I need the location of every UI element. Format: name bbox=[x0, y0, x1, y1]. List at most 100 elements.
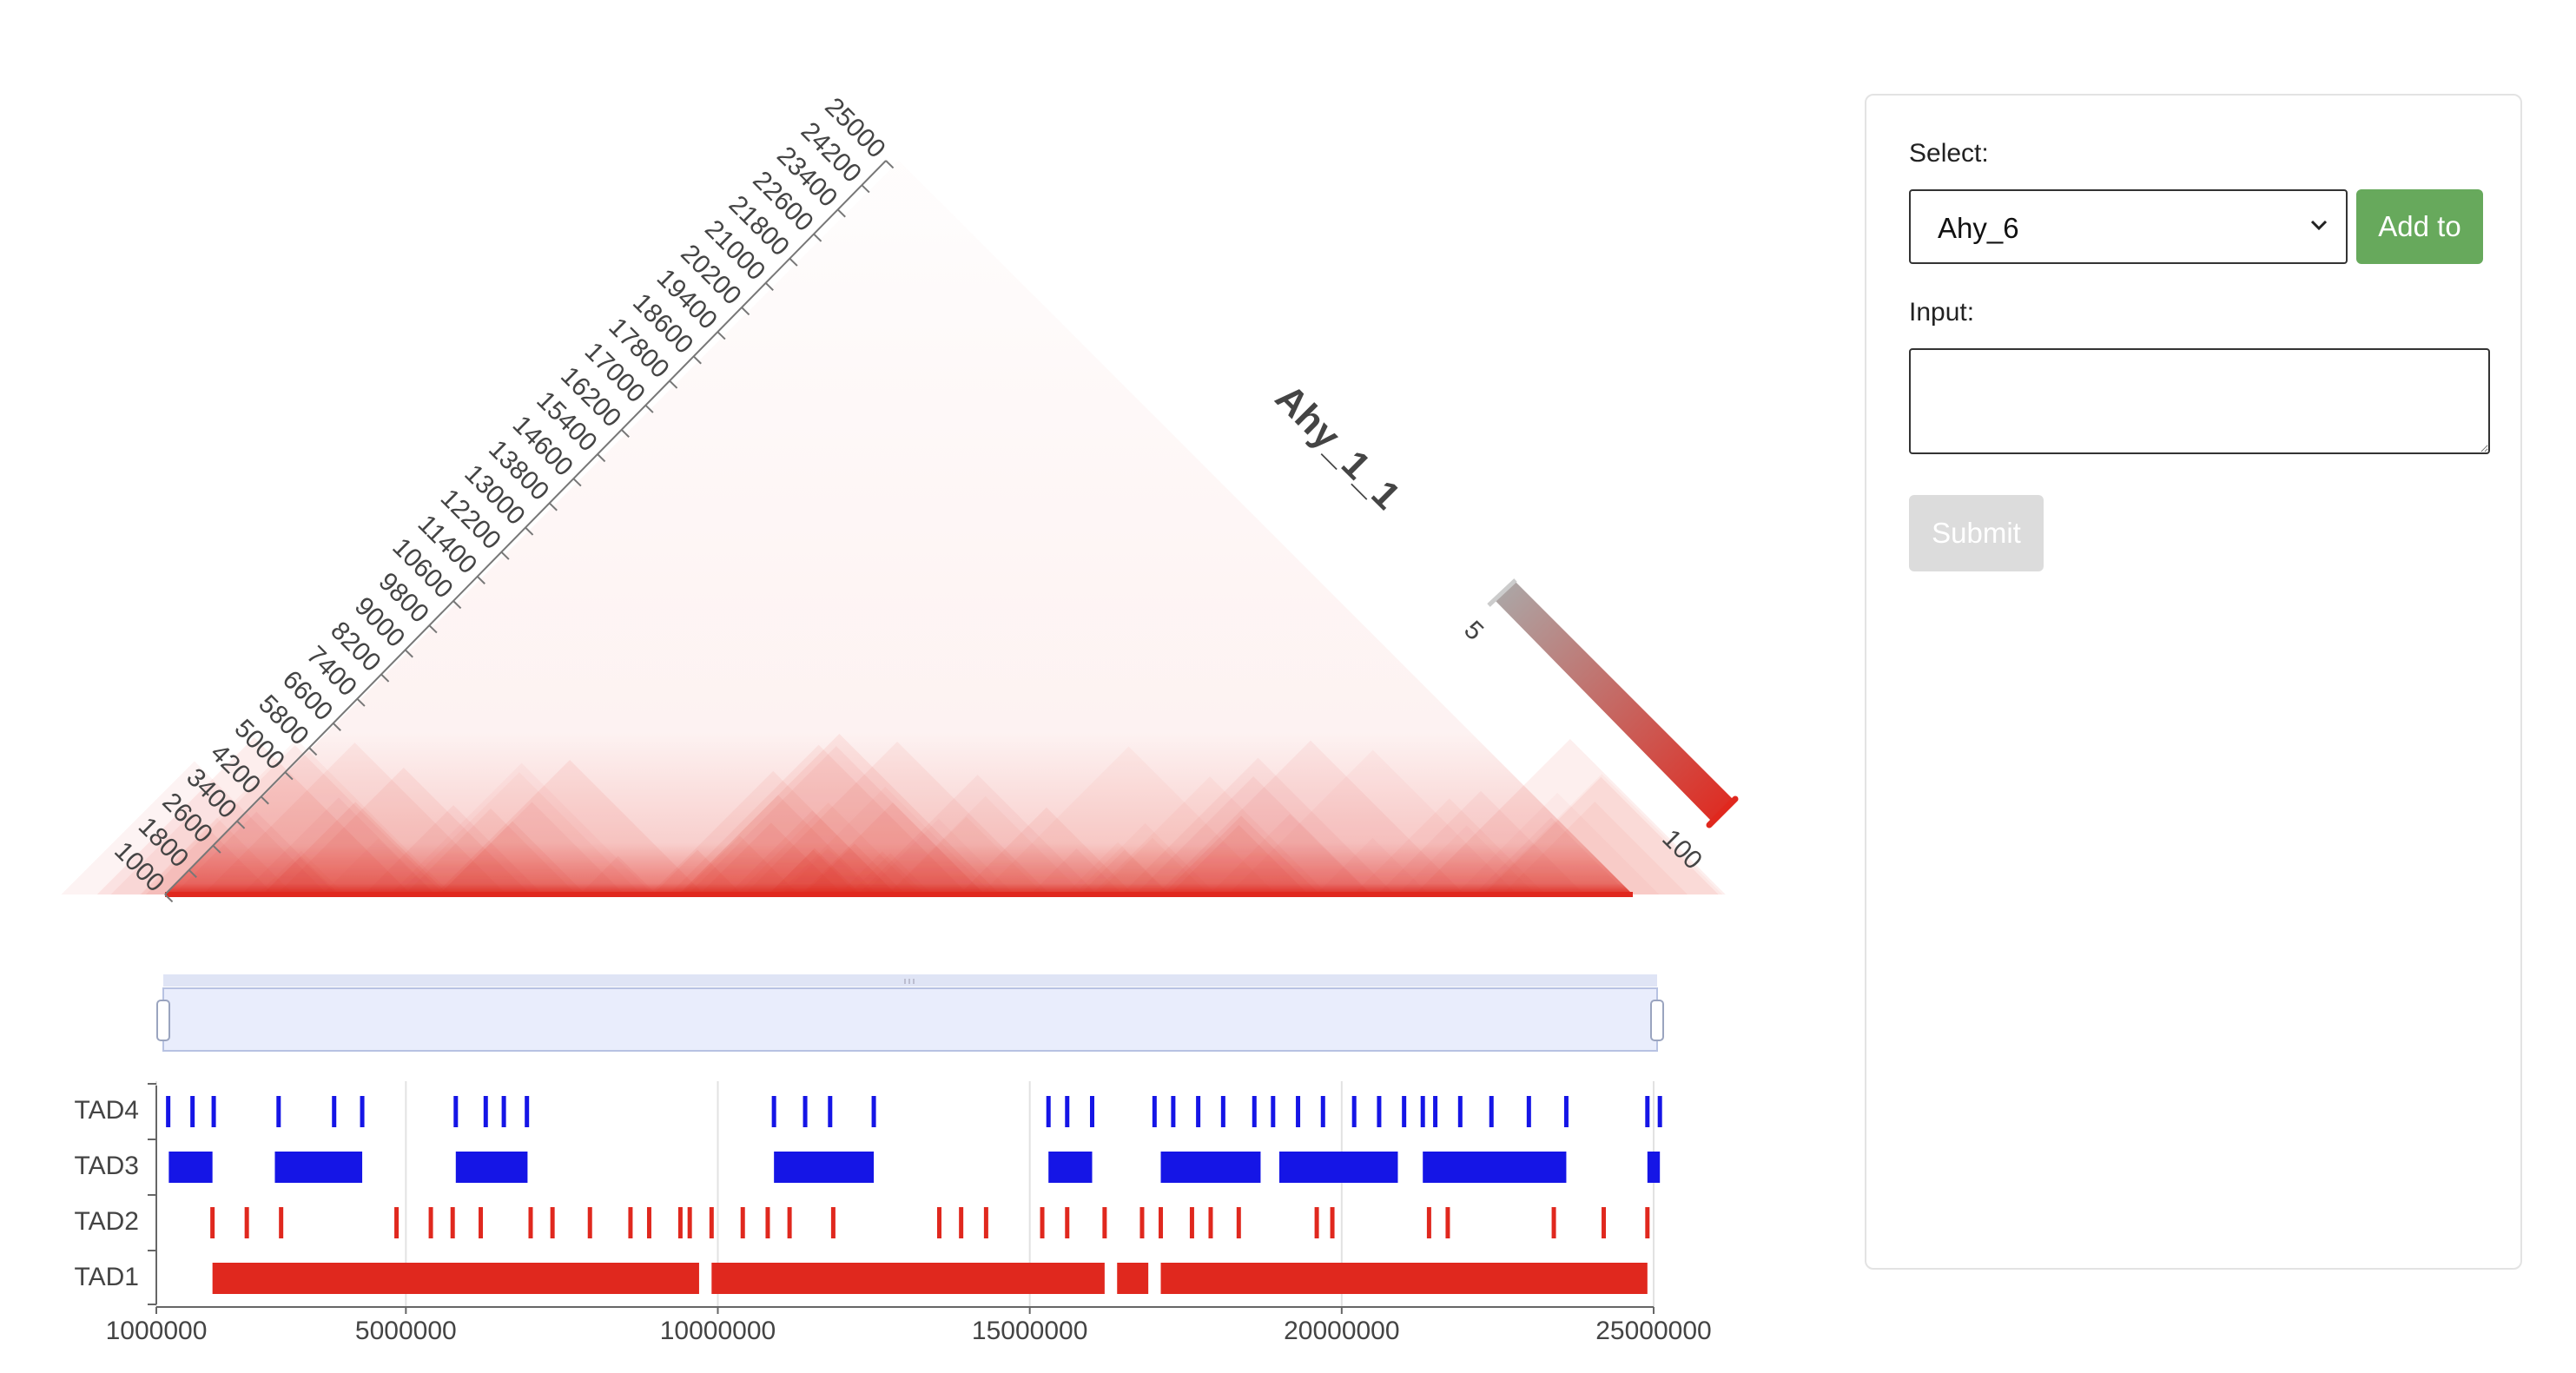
tad-boundary-mark bbox=[1602, 1207, 1607, 1238]
color-legend-min-label: 5 bbox=[1458, 616, 1489, 646]
tad-boundary-mark bbox=[1445, 1207, 1450, 1238]
tad-boundary-mark bbox=[1420, 1096, 1425, 1127]
track-x-tick-label: 5000000 bbox=[355, 1317, 457, 1345]
tad-boundary-mark bbox=[1271, 1096, 1276, 1127]
tad-boundary-mark bbox=[1090, 1096, 1094, 1127]
tad-boundary-mark bbox=[166, 1096, 171, 1127]
tad-boundary-mark bbox=[360, 1096, 365, 1127]
tad-domain-segment bbox=[212, 1263, 699, 1294]
tad-boundary-mark bbox=[1208, 1207, 1213, 1238]
zoom-slider-left-handle[interactable] bbox=[156, 1000, 170, 1041]
tad-boundary-mark bbox=[1314, 1207, 1319, 1238]
tad-boundary-mark bbox=[1551, 1207, 1556, 1238]
tad-boundary-mark bbox=[771, 1096, 776, 1127]
tad-domain-segment bbox=[1160, 1152, 1261, 1183]
tad-boundary-mark bbox=[483, 1096, 488, 1127]
add-to-button[interactable]: Add to bbox=[2356, 189, 2483, 264]
tad-boundary-mark bbox=[1330, 1207, 1335, 1238]
tad-boundary-mark bbox=[1220, 1096, 1225, 1127]
tad-boundary-mark bbox=[1159, 1207, 1164, 1238]
tad-boundary-mark bbox=[190, 1096, 195, 1127]
tad-boundary-mark bbox=[687, 1207, 692, 1238]
tad-boundary-mark bbox=[525, 1096, 530, 1127]
tad-boundary-mark bbox=[1526, 1096, 1531, 1127]
track-x-tick-label: 20000000 bbox=[1284, 1317, 1399, 1345]
tad-domain-segment bbox=[711, 1263, 1105, 1294]
tad-boundary-mark bbox=[1139, 1207, 1145, 1238]
select-label: Select: bbox=[1909, 139, 1989, 168]
input-field[interactable] bbox=[1909, 348, 2490, 454]
tad-boundary-mark bbox=[1236, 1207, 1241, 1238]
zoom-slider-right-handle[interactable] bbox=[1650, 1000, 1664, 1041]
tad-boundary-mark bbox=[1040, 1207, 1045, 1238]
tad-boundary-mark bbox=[1426, 1207, 1431, 1238]
tad-boundary-mark bbox=[765, 1207, 770, 1238]
hic-chart: 1000180026003400420050005800660074008200… bbox=[61, 92, 1739, 1345]
zoom-slider[interactable] bbox=[156, 974, 1664, 1052]
tad-boundary-mark bbox=[587, 1207, 592, 1238]
tad-boundary-mark bbox=[1657, 1096, 1662, 1127]
tad-boundary-mark bbox=[1433, 1096, 1438, 1127]
tad-boundary-mark bbox=[332, 1096, 337, 1127]
tad-boundary-mark bbox=[1252, 1096, 1257, 1127]
tad-boundary-mark bbox=[803, 1096, 808, 1127]
diagonal-axis-tick bbox=[885, 160, 895, 169]
tad-boundary-mark bbox=[450, 1207, 455, 1238]
tad-boundary-mark bbox=[1065, 1207, 1070, 1238]
track-x-tick-label: 25000000 bbox=[1595, 1317, 1711, 1345]
tad-boundary-mark bbox=[1189, 1207, 1194, 1238]
diagonal-axis-tick bbox=[741, 307, 750, 316]
track-x-tick-label: 15000000 bbox=[972, 1317, 1087, 1345]
diagonal-axis-tick bbox=[836, 208, 846, 218]
tad-boundary-mark bbox=[830, 1207, 836, 1238]
chromosome-select[interactable]: Ahy_6 bbox=[1909, 189, 2348, 264]
tad-boundary-mark bbox=[740, 1207, 745, 1238]
tad-domain-segment bbox=[455, 1152, 528, 1183]
tad-boundary-mark bbox=[211, 1096, 216, 1127]
tad-boundary-mark bbox=[1402, 1096, 1407, 1127]
diagonal-axis-tick bbox=[764, 282, 774, 291]
control-panel: Select: Ahy_6 Add to Input: Submit bbox=[1865, 94, 2522, 1270]
tad-boundary-mark bbox=[244, 1207, 249, 1238]
tad-boundary-mark bbox=[828, 1096, 833, 1127]
tad-boundary-mark bbox=[871, 1096, 876, 1127]
tad-boundary-mark bbox=[983, 1207, 988, 1238]
tad-boundary-mark bbox=[1457, 1096, 1463, 1127]
tad-boundary-mark bbox=[1152, 1096, 1157, 1127]
tad-boundary-mark bbox=[1645, 1096, 1650, 1127]
track-label: TAD2 bbox=[75, 1207, 139, 1236]
tad-boundary-mark bbox=[1171, 1096, 1176, 1127]
tad-boundary-mark bbox=[479, 1207, 484, 1238]
tad-boundary-mark bbox=[276, 1096, 281, 1127]
tad-domain-segment bbox=[1423, 1152, 1567, 1183]
tad-boundary-mark bbox=[628, 1207, 633, 1238]
tad-boundary-mark bbox=[1489, 1096, 1494, 1127]
tad-domain-segment bbox=[1117, 1263, 1149, 1294]
tad-boundary-mark bbox=[428, 1207, 433, 1238]
track-label: TAD3 bbox=[75, 1152, 139, 1180]
tad-boundary-mark bbox=[279, 1207, 284, 1238]
tad-boundary-mark bbox=[394, 1207, 400, 1238]
diagonal-axis-tick bbox=[813, 233, 822, 242]
tad-boundary-mark bbox=[1563, 1096, 1569, 1127]
tad-domain-segment bbox=[274, 1152, 363, 1183]
tad-domain-segment bbox=[1160, 1263, 1648, 1294]
chevron-down-icon bbox=[2310, 220, 2328, 231]
tad-boundary-mark bbox=[1296, 1096, 1301, 1127]
tad-boundary-mark bbox=[1046, 1096, 1051, 1127]
tad-boundary-mark bbox=[528, 1207, 533, 1238]
tad-domain-segment bbox=[774, 1152, 875, 1183]
zoom-slider-window bbox=[162, 987, 1658, 1052]
selected-value: Ahy_6 bbox=[1938, 212, 2019, 244]
tad-boundary-mark bbox=[937, 1207, 942, 1238]
tad-tracks: TAD4 TAD3 TAD2 TAD1 1000000 5000000 10000000 15… bbox=[75, 1081, 1712, 1345]
tad-boundary-mark bbox=[1377, 1096, 1382, 1127]
tad-domain-segment bbox=[1048, 1152, 1093, 1183]
tad-boundary-mark bbox=[709, 1207, 714, 1238]
tad-boundary-mark bbox=[1320, 1096, 1325, 1127]
submit-button[interactable]: Submit bbox=[1909, 495, 2044, 571]
diagonal-axis-tick bbox=[861, 184, 870, 194]
heatmap-title: Ahy_1_1 bbox=[1267, 376, 1409, 518]
tad-boundary-mark bbox=[1102, 1207, 1107, 1238]
zoom-slider-top bbox=[163, 974, 1657, 987]
